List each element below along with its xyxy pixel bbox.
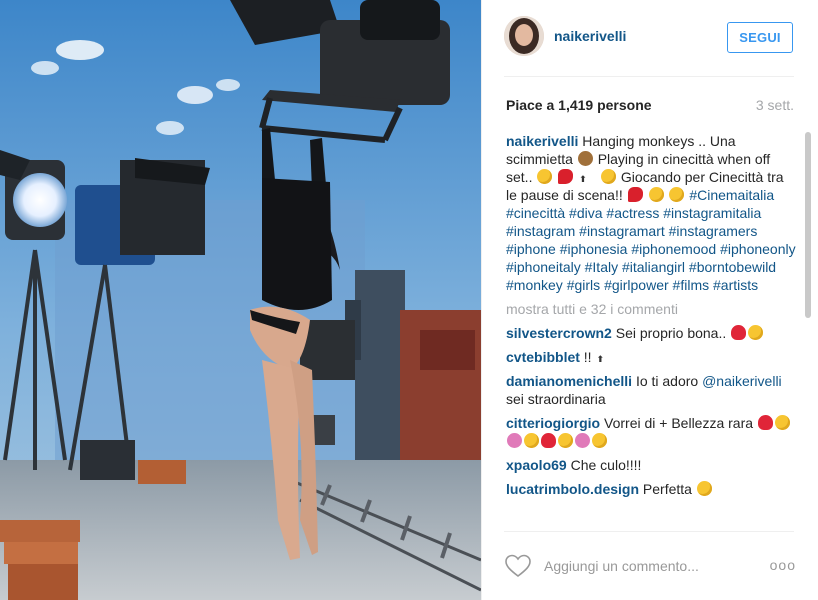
hashtag-link[interactable]: #actress [606, 205, 659, 221]
dancer-emoji-icon [627, 187, 643, 202]
caption-username[interactable]: naikerivelli [506, 133, 578, 149]
bouquet-emoji-icon [575, 433, 590, 448]
hashtag-link[interactable]: #iphone [506, 241, 556, 257]
laugh-emoji-icon [669, 187, 685, 202]
smile-emoji-icon [696, 481, 712, 496]
comment-text: Perfetta [642, 481, 692, 497]
hashtag-link[interactable]: #girls [567, 277, 600, 293]
rose-emoji-icon [757, 415, 773, 430]
goofy-emoji-icon [648, 187, 664, 202]
hashtag-link[interactable]: #instagramart [579, 223, 665, 239]
comment-text: !! [583, 349, 592, 365]
top-arrow-emoji-icon: ⬆ [579, 174, 587, 184]
hashtag-link[interactable]: #monkey [506, 277, 563, 293]
comment-text: Vorrei di + Bellezza rara [604, 415, 754, 431]
more-options-icon[interactable]: ooo [770, 557, 796, 573]
comment: xpaolo69 Che culo!!!! [504, 456, 796, 474]
comment-username[interactable]: cvtebibblet [506, 349, 580, 365]
dancer-emoji-icon [558, 169, 574, 184]
add-comment-input[interactable] [544, 556, 744, 576]
comment: silvestercrown2 Sei proprio bona.. [504, 324, 796, 342]
comment-username[interactable]: damianomenichelli [506, 373, 632, 389]
comment-username[interactable]: citteriogiorgio [506, 415, 600, 431]
comment-text: Sei proprio bona.. [615, 325, 727, 341]
heart-eyes-emoji-icon [774, 415, 790, 430]
hashtag-link[interactable]: #cinecittà [506, 205, 565, 221]
top-arrow-emoji-icon: ⬆ [596, 354, 605, 364]
hashtag-link[interactable]: #iphonesia [560, 241, 628, 257]
post-username[interactable]: naikerivelli [554, 28, 626, 44]
bouquet-emoji-icon [507, 433, 522, 448]
comment: damianomenichelli Io ti adoro @naikerive… [504, 372, 796, 408]
heart-outline-icon[interactable] [504, 554, 532, 583]
follow-button[interactable]: SEGUI [727, 22, 793, 53]
hashtag-link[interactable]: #iphoneonly [720, 241, 796, 257]
hashtag-link[interactable]: #iphoneitaly [506, 259, 581, 275]
wink-kiss-emoji-icon [524, 433, 539, 448]
comment-username[interactable]: silvestercrown2 [506, 325, 612, 341]
comment: cvtebibblet !! ⬆ [504, 348, 796, 366]
post-age[interactable]: 3 sett. [756, 97, 794, 113]
likes-row: Piace a 1,419 persone 3 sett. [504, 96, 794, 116]
comment-text: Io ti adoro [635, 373, 699, 389]
comment-text: sei straordinaria [506, 391, 606, 407]
hashtag-link[interactable]: #italiangirl [622, 259, 685, 275]
comment: citteriogiorgio Vorrei di + Bellezza rar… [504, 414, 796, 450]
hashtag-link[interactable]: #artists [713, 277, 758, 293]
hashtag-link[interactable]: #iphonemood [631, 241, 716, 257]
rose-emoji-icon [731, 325, 747, 340]
comments-list[interactable]: naikerivelli Hanging monkeys .. Una scim… [504, 132, 796, 530]
comment: lucatrimbolo.design Perfetta [504, 480, 796, 498]
avatar[interactable] [504, 16, 544, 56]
grin-emoji-icon [537, 169, 553, 184]
heart-eyes-emoji-icon [558, 433, 573, 448]
footer-divider [504, 531, 794, 532]
comment-mention[interactable]: @naikerivelli [702, 373, 782, 389]
hashtag-link[interactable]: #Italy [585, 259, 618, 275]
wink-kiss-emoji-icon [592, 433, 607, 448]
wink-kiss-emoji-icon [748, 325, 764, 340]
hashtag-link[interactable]: #instagram [506, 223, 575, 239]
show-all-comments-link[interactable]: mostra tutti e 32 i commenti [504, 300, 796, 318]
photo-image [0, 0, 481, 600]
caption: naikerivelli Hanging monkeys .. Una scim… [504, 132, 796, 294]
monkey-emoji-icon [577, 151, 593, 166]
post-photo[interactable] [0, 0, 481, 600]
hashtag-link[interactable]: #Cinemaitalia [689, 187, 774, 203]
comment-username[interactable]: lucatrimbolo.design [506, 481, 639, 497]
add-comment-row: ooo [504, 546, 796, 586]
hashtag-link[interactable]: #instagramitalia [663, 205, 761, 221]
likes-count[interactable]: Piace a 1,419 persone [506, 97, 652, 113]
hashtag-link[interactable]: #instagramers [669, 223, 758, 239]
hashtag-link[interactable]: #diva [569, 205, 602, 221]
comments-scrollbar[interactable] [805, 132, 811, 318]
post-details-panel: naikerivelli SEGUI Piace a 1,419 persone… [481, 0, 818, 600]
comment-username[interactable]: xpaolo69 [506, 457, 567, 473]
laugh-emoji-icon [601, 169, 617, 184]
comment-text: Che culo!!!! [570, 457, 642, 473]
post-header: naikerivelli SEGUI [482, 0, 818, 76]
header-divider [504, 76, 794, 77]
hashtag-link[interactable]: #girlpower [604, 277, 669, 293]
rose-emoji-icon [541, 433, 556, 448]
hashtag-link[interactable]: #borntobewild [689, 259, 776, 275]
hashtag-link[interactable]: #films [673, 277, 710, 293]
